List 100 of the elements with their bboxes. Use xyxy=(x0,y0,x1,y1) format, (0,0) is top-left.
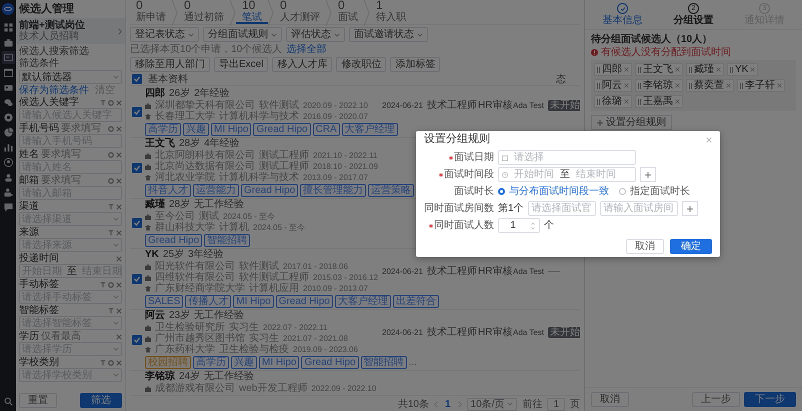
close-icon[interactable] xyxy=(116,152,122,158)
drag-handle-icon[interactable] xyxy=(638,66,641,72)
candidate-chip[interactable]: 王嘉禹 xyxy=(635,95,683,108)
row-checkbox[interactable] xyxy=(132,162,142,172)
time-range-field[interactable]: 开始时间 至 结束时间 xyxy=(498,167,636,182)
stage-tab[interactable]: 0 面试 xyxy=(332,0,364,24)
drag-handle-icon[interactable] xyxy=(597,98,600,104)
confirm-button[interactable]: 确定 xyxy=(670,239,712,254)
next-page-icon[interactable] xyxy=(458,400,462,408)
candidate-chip[interactable]: 蔡奕萱 xyxy=(686,79,734,92)
settings-icon[interactable] xyxy=(108,360,114,366)
room-field[interactable]: 请输入面试房间 xyxy=(600,201,678,216)
date-field[interactable]: 请选择 xyxy=(498,150,636,165)
candidate-name[interactable]: 四郎 xyxy=(145,88,165,100)
filter-dropdown[interactable]: 登记表状态 xyxy=(130,27,199,42)
settings-icon[interactable] xyxy=(108,282,114,288)
close-icon[interactable] xyxy=(116,178,122,184)
add-button[interactable] xyxy=(682,201,698,216)
previous-step-button[interactable]: 上一步 xyxy=(692,392,740,407)
settings-icon[interactable] xyxy=(108,126,114,132)
action-button[interactable]: 导出Excel xyxy=(214,57,268,72)
close-icon[interactable] xyxy=(777,83,782,88)
candidate-name[interactable]: YK xyxy=(145,249,159,261)
candidate-name[interactable]: 王文飞 xyxy=(145,138,175,150)
candidate-chip[interactable]: 王文飞 xyxy=(635,63,683,76)
close-icon[interactable] xyxy=(116,282,122,288)
close-icon[interactable] xyxy=(706,136,712,142)
close-icon[interactable] xyxy=(116,334,122,340)
filter-dropdown[interactable]: 分组面试规则 xyxy=(203,27,282,42)
settings-icon[interactable] xyxy=(108,152,114,158)
stage-tab[interactable]: 1 待入职 xyxy=(370,0,412,24)
cancel-button[interactable]: 取消 xyxy=(591,392,629,407)
candidate-chip[interactable]: 李子轩 xyxy=(737,79,785,92)
card-icon[interactable] xyxy=(2,51,14,64)
cancel-button[interactable]: 取消 xyxy=(626,239,664,254)
close-icon[interactable] xyxy=(726,83,731,88)
select-all-checkbox[interactable] xyxy=(132,74,142,84)
job-card[interactable]: 前端+测试岗位 技术人员招聘 xyxy=(16,18,125,44)
candidate-chip[interactable]: 臧瑾 xyxy=(686,63,724,76)
radio-button[interactable] xyxy=(619,188,626,195)
candidate-chip[interactable]: YK xyxy=(727,63,758,76)
number-stepper[interactable]: 1 xyxy=(498,218,540,233)
radio-button[interactable] xyxy=(498,188,505,195)
close-icon[interactable] xyxy=(116,126,122,132)
settings-icon[interactable] xyxy=(108,100,114,106)
radio-label[interactable]: 指定面试时长 xyxy=(630,186,690,197)
candidate-chip[interactable]: 阿云 xyxy=(594,79,632,92)
filter-dropdown[interactable]: 评估状态 xyxy=(286,27,345,42)
close-icon[interactable] xyxy=(116,360,122,366)
stage-tab[interactable]: 0 人才测评 xyxy=(274,0,326,24)
filter-select[interactable]: 默认筛选器 xyxy=(19,70,122,84)
drag-handle-icon[interactable] xyxy=(689,82,692,88)
reset-button[interactable]: 重置 xyxy=(19,393,57,408)
drag-handle-icon[interactable] xyxy=(730,66,733,72)
close-icon[interactable] xyxy=(750,67,756,72)
message-icon[interactable] xyxy=(2,201,14,214)
pie-chart-icon[interactable] xyxy=(2,126,14,139)
page-button[interactable]: 1 xyxy=(442,398,453,410)
drag-handle-icon[interactable] xyxy=(638,98,641,104)
action-button[interactable]: 移除至用人部门 xyxy=(130,57,210,72)
close-icon[interactable] xyxy=(116,256,122,262)
interviewer-field[interactable]: 请选择面试官 xyxy=(528,201,596,216)
page-size-select[interactable]: 10条/页 xyxy=(466,398,518,410)
stage-tab[interactable]: 0 新申请 xyxy=(130,0,172,24)
close-icon[interactable] xyxy=(624,67,629,72)
drag-handle-icon[interactable] xyxy=(740,82,743,88)
candidate-chip[interactable]: 李铭琼 xyxy=(635,79,683,92)
row-checkbox[interactable] xyxy=(132,218,142,228)
close-icon[interactable] xyxy=(716,67,721,72)
row-checkbox[interactable] xyxy=(132,334,142,344)
close-icon[interactable] xyxy=(675,83,680,88)
add-button[interactable] xyxy=(640,167,656,182)
stage-tab[interactable]: 0 通过初筛 xyxy=(178,0,230,24)
close-icon[interactable] xyxy=(675,67,680,72)
next-step-button[interactable]: 下一步 xyxy=(744,392,796,407)
page-input[interactable]: 1 xyxy=(547,398,565,410)
close-icon[interactable] xyxy=(675,99,680,104)
radio-label[interactable]: 与分布面试时间段一致 xyxy=(509,186,609,197)
candidate-chip[interactable]: 四郎 xyxy=(594,63,632,76)
settings-icon[interactable] xyxy=(108,178,114,184)
candidate-name[interactable]: 阿云 xyxy=(145,310,165,322)
settings-icon[interactable] xyxy=(2,111,14,124)
drag-handle-icon[interactable] xyxy=(689,66,692,72)
row-checkbox[interactable] xyxy=(132,274,142,284)
filter-dropdown[interactable]: 面试邀请状态 xyxy=(349,27,428,42)
drag-handle-icon[interactable] xyxy=(597,66,600,72)
close-icon[interactable] xyxy=(116,308,122,314)
close-icon[interactable] xyxy=(624,99,629,104)
candidate-chip[interactable]: 徐璐 xyxy=(594,95,632,108)
grid-icon[interactable] xyxy=(2,21,14,34)
select-all-link[interactable]: 选择全部 xyxy=(286,44,326,55)
save-filter-link[interactable]: 保存为筛选条件 xyxy=(19,85,89,96)
action-button[interactable]: 添加标签 xyxy=(390,57,440,72)
action-button[interactable]: 移入人才库 xyxy=(272,57,332,72)
stage-tab[interactable]: 10 笔试 xyxy=(236,0,268,24)
candidate-name[interactable]: 臧瑾 xyxy=(145,199,165,211)
close-icon[interactable] xyxy=(116,100,122,106)
candidate-name[interactable]: 李铭琼 xyxy=(145,371,175,383)
row-checkbox[interactable] xyxy=(132,107,142,117)
drag-handle-icon[interactable] xyxy=(638,82,641,88)
